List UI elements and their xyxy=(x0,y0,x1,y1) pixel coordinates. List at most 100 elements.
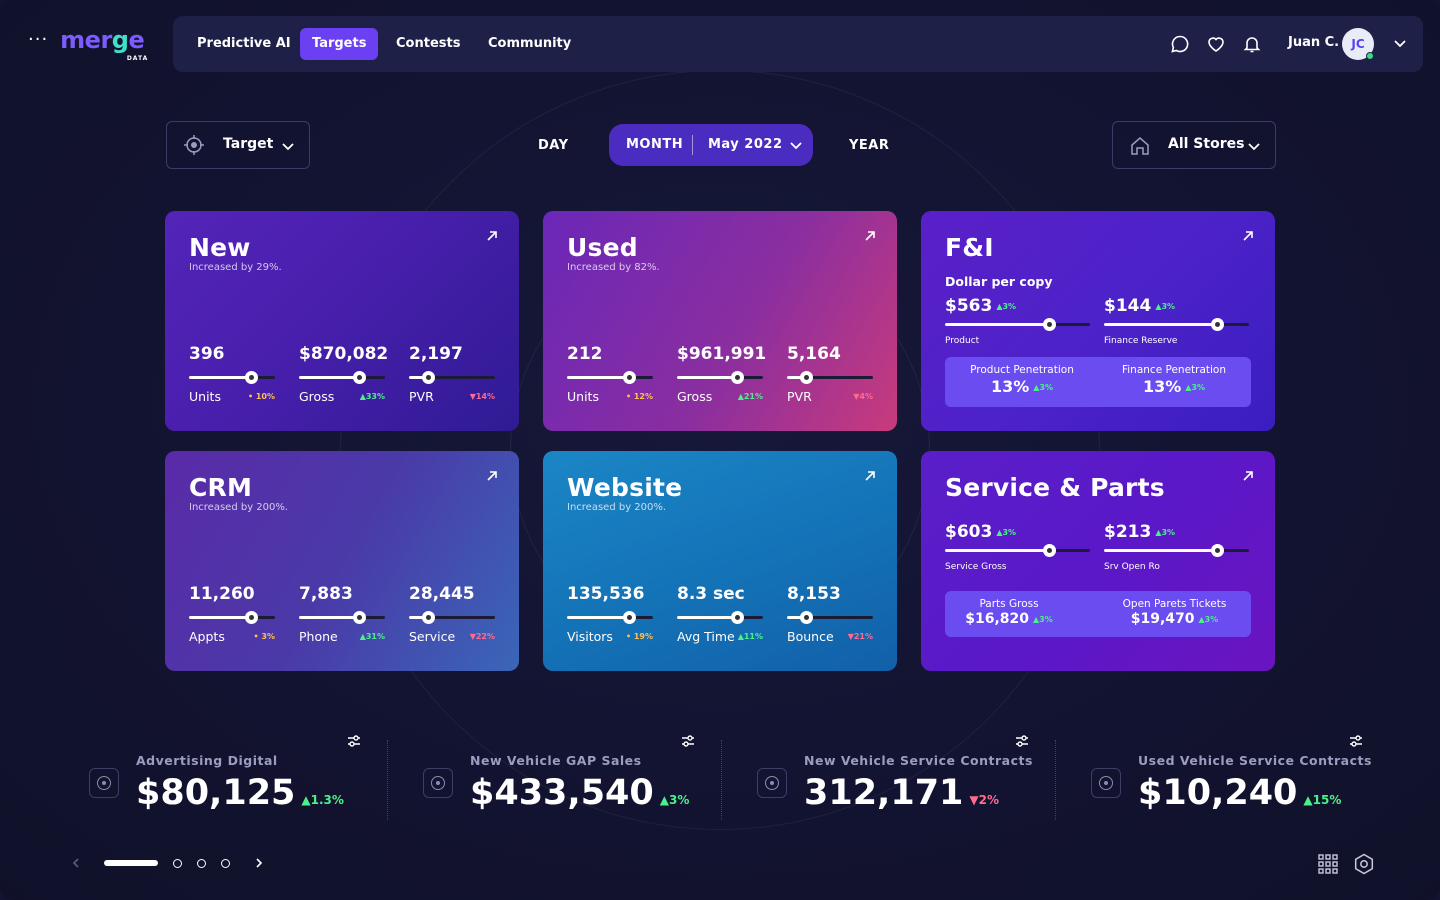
kpi-value: 312,171 xyxy=(804,773,964,813)
card-website[interactable]: Website Increased by 200%. 135,536 Visito… xyxy=(543,451,897,671)
slider-knob[interactable] xyxy=(1043,544,1057,557)
metric-label: PVR xyxy=(787,389,812,404)
metric-slider[interactable] xyxy=(945,318,1090,331)
arrow-up-right-icon[interactable] xyxy=(485,469,499,483)
card-fi[interactable]: F&I Dollar per copy $563 ▲3% Product $144… xyxy=(921,211,1275,431)
chevron-right-icon[interactable] xyxy=(253,857,265,869)
slider-knob[interactable] xyxy=(353,611,367,624)
online-status-dot xyxy=(1366,52,1374,60)
chevron-down-icon xyxy=(1248,143,1260,151)
month-value[interactable]: May 2022 xyxy=(708,137,783,152)
heart-icon[interactable] xyxy=(1206,34,1226,54)
stores-dropdown[interactable]: All Stores xyxy=(1112,121,1276,169)
brand-sub: DATA xyxy=(126,55,149,62)
grid-icon[interactable] xyxy=(1317,853,1339,875)
arrow-up-right-icon[interactable] xyxy=(485,229,499,243)
metric-value: $870,082 xyxy=(299,344,389,364)
box-value: 13% xyxy=(1142,377,1182,396)
nav-contests[interactable]: Contests xyxy=(384,28,472,60)
card-used[interactable]: Used Increased by 82%. 212 Units • 12% $961… xyxy=(543,211,897,431)
metric-slider[interactable] xyxy=(1104,318,1249,331)
hexagon-icon[interactable] xyxy=(1353,853,1375,875)
kpi-name: New Vehicle GAP Sales xyxy=(470,753,642,768)
slider-knob[interactable] xyxy=(421,371,435,384)
slider-knob[interactable] xyxy=(244,611,258,624)
card-crm[interactable]: CRM Increased by 200%. 11,260 Appts • 3% 7,… xyxy=(165,451,519,671)
metric-slider[interactable] xyxy=(567,371,653,384)
chevron-down-icon[interactable] xyxy=(789,138,803,152)
pager-dot[interactable] xyxy=(197,859,206,868)
metric-slider[interactable] xyxy=(787,371,873,384)
kpi-divider xyxy=(387,740,388,820)
kpi-change: ▲15% xyxy=(1303,793,1342,807)
metric-slider[interactable] xyxy=(299,611,385,624)
metric-slider[interactable] xyxy=(189,611,275,624)
kpi-advertising-digital[interactable]: Advertising Digital $80,125 ▲1.3% xyxy=(89,735,389,825)
kpi-new-vehicle-service[interactable]: New Vehicle Service Contracts 312,171 ▼2% xyxy=(757,735,1057,825)
slider-knob[interactable] xyxy=(1211,318,1225,331)
tune-icon[interactable] xyxy=(681,735,695,747)
tune-icon[interactable] xyxy=(347,735,361,747)
nav-predictive-ai[interactable]: Predictive AI xyxy=(185,28,303,60)
section-title: Dollar per copy xyxy=(945,274,1053,289)
slider-knob[interactable] xyxy=(1211,544,1225,557)
metric-slider[interactable] xyxy=(409,611,495,624)
user-name[interactable]: Juan C. xyxy=(1288,35,1339,50)
pager-dot[interactable] xyxy=(173,859,182,868)
slider-knob[interactable] xyxy=(353,371,367,384)
period-year[interactable]: YEAR xyxy=(849,138,889,153)
metric-slider[interactable] xyxy=(409,371,495,384)
pager-dot[interactable] xyxy=(221,859,230,868)
avatar-initials: JC xyxy=(1351,37,1365,51)
card-service-parts[interactable]: Service & Parts $603 ▲3% Service Gross $2… xyxy=(921,451,1275,671)
chat-icon[interactable] xyxy=(1170,34,1190,54)
arrow-up-right-icon[interactable] xyxy=(1241,469,1255,483)
box-value: $16,820 xyxy=(965,611,1030,627)
metric-slider[interactable] xyxy=(787,611,873,624)
nav-targets[interactable]: Targets xyxy=(300,28,379,60)
chevron-down-icon[interactable] xyxy=(1393,36,1407,50)
metric-slider[interactable] xyxy=(189,371,275,384)
home-icon xyxy=(1131,137,1149,155)
kpi-value: $80,125 xyxy=(136,773,296,813)
slider-knob[interactable] xyxy=(421,611,435,624)
metric-slider[interactable] xyxy=(567,611,653,624)
slider-knob[interactable] xyxy=(244,371,258,384)
slider-knob[interactable] xyxy=(731,371,745,384)
slider-knob[interactable] xyxy=(622,611,636,624)
slider-knob[interactable] xyxy=(1043,318,1057,331)
metric-value: 2,197 xyxy=(409,344,463,364)
pager-active-indicator[interactable] xyxy=(104,860,158,866)
slider-knob[interactable] xyxy=(799,611,813,624)
metric-change: ▲3% xyxy=(1155,301,1176,311)
bell-icon[interactable] xyxy=(1242,34,1262,54)
metric-slider[interactable] xyxy=(1104,544,1249,557)
menu-dots-icon[interactable]: ··· xyxy=(28,31,48,49)
metric-slider[interactable] xyxy=(677,611,763,624)
arrow-up-right-icon[interactable] xyxy=(863,229,877,243)
tune-icon[interactable] xyxy=(1349,735,1363,747)
slider-knob[interactable] xyxy=(799,371,813,384)
avatar[interactable]: JC xyxy=(1342,28,1374,60)
chevron-left-icon[interactable] xyxy=(70,857,82,869)
arrow-up-right-icon[interactable] xyxy=(1241,229,1255,243)
slider-knob[interactable] xyxy=(731,611,745,624)
nav-community[interactable]: Community xyxy=(476,28,583,60)
tune-icon[interactable] xyxy=(1015,735,1029,747)
kpi-used-vehicle-service[interactable]: Used Vehicle Service Contracts $10,240 ▲1… xyxy=(1091,735,1391,825)
period-day[interactable]: DAY xyxy=(538,138,569,153)
metric-slider[interactable] xyxy=(945,544,1090,557)
arrow-up-right-icon[interactable] xyxy=(863,469,877,483)
metric-change: ▲3% xyxy=(996,301,1017,311)
metric-slider[interactable] xyxy=(299,371,385,384)
logo[interactable]: ··· merge DATA xyxy=(28,26,147,62)
slider-fill xyxy=(189,376,251,379)
period-month[interactable]: MONTH xyxy=(626,137,683,152)
card-new[interactable]: New Increased by 29%. 396 Units • 10% $870,… xyxy=(165,211,519,431)
slider-knob[interactable] xyxy=(622,371,636,384)
metric-slider[interactable] xyxy=(677,371,763,384)
target-dropdown[interactable]: Target xyxy=(166,121,310,169)
period-month-selector[interactable]: MONTH May 2022 xyxy=(609,124,813,166)
kpi-new-vehicle-gap[interactable]: New Vehicle GAP Sales $433,540 ▲3% xyxy=(423,735,723,825)
slider-fill xyxy=(677,376,738,379)
